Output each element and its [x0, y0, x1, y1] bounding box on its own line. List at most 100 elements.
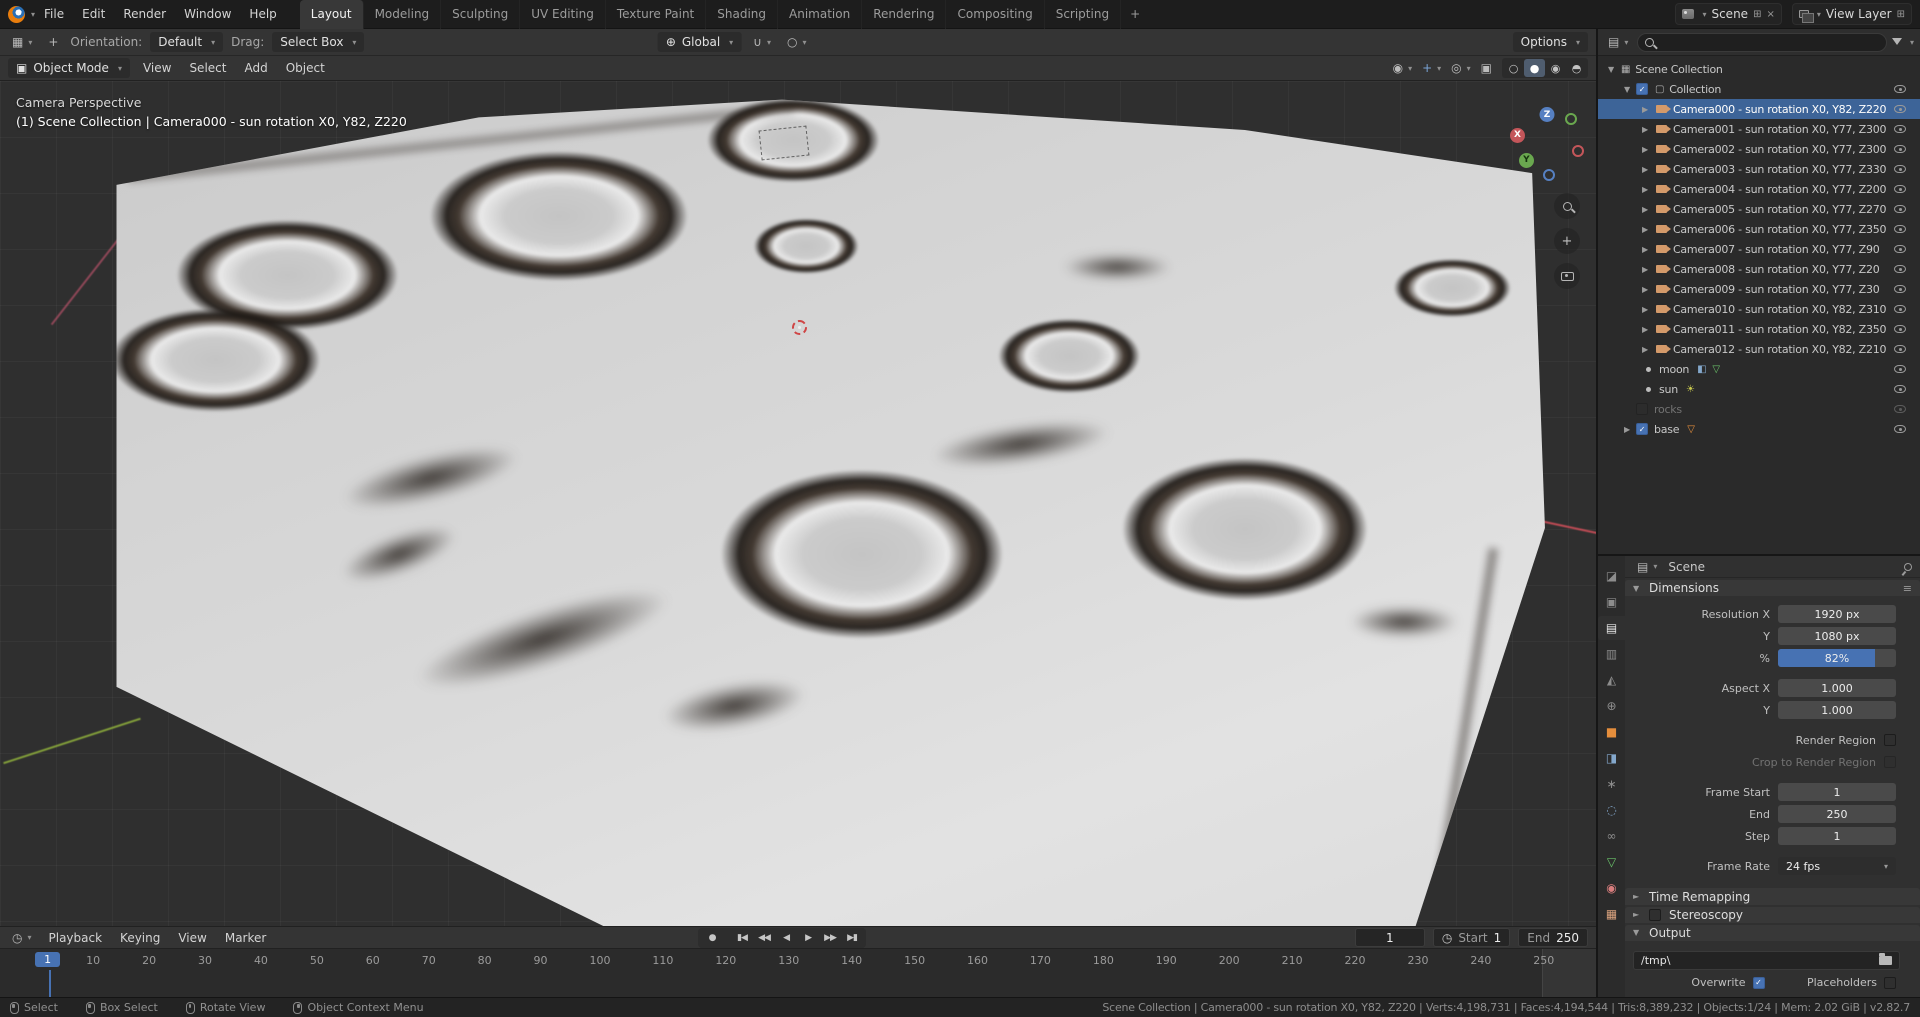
property-input[interactable]: 1.000 ▾	[1778, 679, 1896, 697]
property-input[interactable]: 1920 px ▾	[1778, 605, 1896, 623]
output-path-field[interactable]: /tmp\	[1633, 951, 1900, 970]
property-input[interactable]: 1.000 ▾	[1778, 701, 1896, 719]
topbar-menu-item[interactable]: Help	[240, 3, 285, 25]
outliner-camera-row[interactable]: ▶ Camera002 - sun rotation X0, Y77, Z300	[1598, 139, 1920, 159]
outliner-row-moon[interactable]: moon ◧ ▽	[1598, 359, 1920, 379]
disclosure-caret-icon[interactable]: ▶	[1642, 225, 1654, 234]
object-visibility-dropdown[interactable]: ◉ ▾	[1393, 61, 1413, 75]
add-workspace-button[interactable]: +	[1121, 7, 1149, 21]
outliner-camera-row[interactable]: ▶ Camera007 - sun rotation X0, Y77, Z90	[1598, 239, 1920, 259]
tab-render[interactable]: ▣	[1598, 590, 1625, 614]
tab-view-layer[interactable]: ▥	[1598, 642, 1625, 666]
tab-modifiers[interactable]: ◨	[1598, 746, 1625, 770]
3d-viewport[interactable]: Camera Perspective (1) Scene Collection …	[0, 81, 1596, 926]
outliner-row-scene-collection[interactable]: ▼ ▦ Scene Collection	[1598, 59, 1920, 79]
disclosure-caret-icon[interactable]: ▶	[1642, 305, 1654, 314]
outliner-editor-button[interactable]: ▤ ▾	[1604, 33, 1632, 51]
panel-dimensions-header[interactable]: ▼ Dimensions ≡	[1625, 580, 1920, 596]
property-checkbox[interactable]	[1884, 734, 1896, 746]
workspace-tab[interactable]: Texture Paint	[606, 0, 706, 29]
outliner-row-sun[interactable]: sun ☀	[1598, 379, 1920, 399]
collection-checkbox[interactable]	[1636, 83, 1648, 95]
workspace-tab[interactable]: Shading	[706, 0, 778, 29]
visibility-eye-icon[interactable]	[1894, 285, 1906, 293]
play-reverse-button[interactable]: ◀	[776, 929, 796, 947]
outliner-camera-row[interactable]: ▶ Camera011 - sun rotation X0, Y82, Z350	[1598, 319, 1920, 339]
visibility-eye-icon[interactable]	[1894, 125, 1906, 133]
blender-logo-icon[interactable]	[8, 6, 25, 23]
current-frame-marker[interactable]: 1	[35, 952, 60, 967]
xray-toggle[interactable]: ▣	[1481, 61, 1492, 75]
tab-constraints[interactable]: ∞	[1598, 824, 1625, 848]
tab-texture[interactable]: ▦	[1598, 902, 1625, 926]
tweak-tool-icon[interactable]: +	[44, 33, 62, 51]
frame-start-input[interactable]: ◷ Start 1	[1433, 928, 1510, 947]
timeline-menu-item[interactable]: Keying	[111, 927, 169, 949]
topbar-menu-item[interactable]: Render	[114, 3, 175, 25]
outliner-camera-row[interactable]: ▶ Camera001 - sun rotation X0, Y77, Z300	[1598, 119, 1920, 139]
jump-to-start-button[interactable]: ▮◀	[732, 929, 752, 947]
visibility-eye-icon[interactable]	[1894, 405, 1906, 413]
outliner-row-collection[interactable]: ▼ ▢ Collection	[1598, 79, 1920, 99]
move-view-button[interactable]: +	[1554, 228, 1580, 254]
new-scene-icon[interactable]: ⊞	[1753, 9, 1761, 20]
visibility-eye-icon[interactable]	[1894, 325, 1906, 333]
panel-output-header[interactable]: ▼ Output	[1625, 925, 1920, 941]
gizmo-y-axis[interactable]: Y	[1519, 153, 1534, 168]
visibility-eye-icon[interactable]	[1894, 425, 1906, 433]
snap-magnet-icon[interactable]: ∪ ▾	[749, 33, 775, 51]
scene-selector[interactable]: ▾ Scene ⊞ ×	[1675, 3, 1781, 25]
proportional-editing-icon[interactable]: ○ ▾	[783, 33, 811, 51]
visibility-eye-icon[interactable]	[1894, 265, 1906, 273]
topbar-menu-item[interactable]: Window	[175, 3, 240, 25]
viewport-menu-item[interactable]: Add	[235, 57, 276, 79]
tab-world[interactable]: ⊕	[1598, 694, 1625, 718]
property-input[interactable]: 1 ▾	[1778, 827, 1896, 845]
delete-scene-icon[interactable]: ×	[1766, 9, 1774, 20]
visibility-eye-icon[interactable]	[1894, 165, 1906, 173]
properties-editor-button[interactable]: ▤ ▾	[1633, 558, 1661, 576]
gizmo-y-neg-axis[interactable]	[1565, 113, 1577, 125]
property-input[interactable]: 82% ▾	[1778, 649, 1896, 667]
viewport-menu-item[interactable]: Select	[180, 57, 235, 79]
visibility-eye-icon[interactable]	[1894, 85, 1906, 93]
property-input[interactable]: 250 ▾	[1778, 805, 1896, 823]
visibility-eye-icon[interactable]	[1894, 145, 1906, 153]
shading-wireframe-icon[interactable]: ○	[1503, 59, 1524, 77]
disclosure-caret-icon[interactable]: ▼	[1624, 85, 1636, 94]
timeline-menu-item[interactable]: Marker	[216, 927, 275, 949]
visibility-eye-icon[interactable]	[1894, 245, 1906, 253]
property-input[interactable]: 1 ▾	[1778, 783, 1896, 801]
disclosure-caret-icon[interactable]: ▶	[1642, 165, 1654, 174]
workspace-tab[interactable]: Scripting	[1045, 0, 1121, 29]
visibility-eye-icon[interactable]	[1894, 225, 1906, 233]
tab-object[interactable]: ■	[1598, 720, 1625, 744]
prev-keyframe-button[interactable]: ◀◀	[754, 929, 774, 947]
timeline-menu-item[interactable]: Playback	[40, 927, 112, 949]
transform-orientation-dropdown[interactable]: ⊕ Global ▾	[658, 32, 741, 52]
camera-view-button[interactable]	[1554, 263, 1580, 289]
workspace-tab[interactable]: Modeling	[364, 0, 442, 29]
disclosure-caret-icon[interactable]: ▶	[1642, 205, 1654, 214]
outliner-camera-row[interactable]: ▶ Camera006 - sun rotation X0, Y77, Z350	[1598, 219, 1920, 239]
filter-caret-icon[interactable]: ▾	[1910, 38, 1914, 47]
property-checkbox[interactable]	[1884, 756, 1896, 768]
options-dropdown[interactable]: Options ▾	[1513, 32, 1588, 52]
topbar-menu-item[interactable]: Edit	[73, 3, 114, 25]
property-input[interactable]: 24 fps ▾	[1778, 857, 1896, 875]
view-layer-selector[interactable]: ▾ View Layer ⊞	[1792, 3, 1912, 25]
shading-solid-icon[interactable]: ●	[1524, 59, 1545, 77]
disclosure-caret-icon[interactable]: ▶	[1624, 425, 1636, 434]
tab-physics[interactable]: ◌	[1598, 798, 1625, 822]
outliner-camera-row[interactable]: ▶ Camera009 - sun rotation X0, Y77, Z30	[1598, 279, 1920, 299]
disclosure-caret-icon[interactable]: ▶	[1642, 125, 1654, 134]
placeholders-checkbox[interactable]	[1884, 977, 1896, 989]
tab-tool[interactable]: ◪	[1598, 564, 1625, 588]
shading-material-icon[interactable]: ◉	[1545, 59, 1566, 77]
folder-icon[interactable]	[1879, 956, 1892, 965]
outliner-row-base[interactable]: ▶ base ▽	[1598, 419, 1920, 439]
panel-time-remapping-header[interactable]: ► Time Remapping	[1625, 888, 1920, 904]
outliner-camera-row[interactable]: ▶ Camera004 - sun rotation X0, Y77, Z200	[1598, 179, 1920, 199]
timeline-menu-item[interactable]: View	[169, 927, 215, 949]
tab-particles[interactable]: ∗	[1598, 772, 1625, 796]
